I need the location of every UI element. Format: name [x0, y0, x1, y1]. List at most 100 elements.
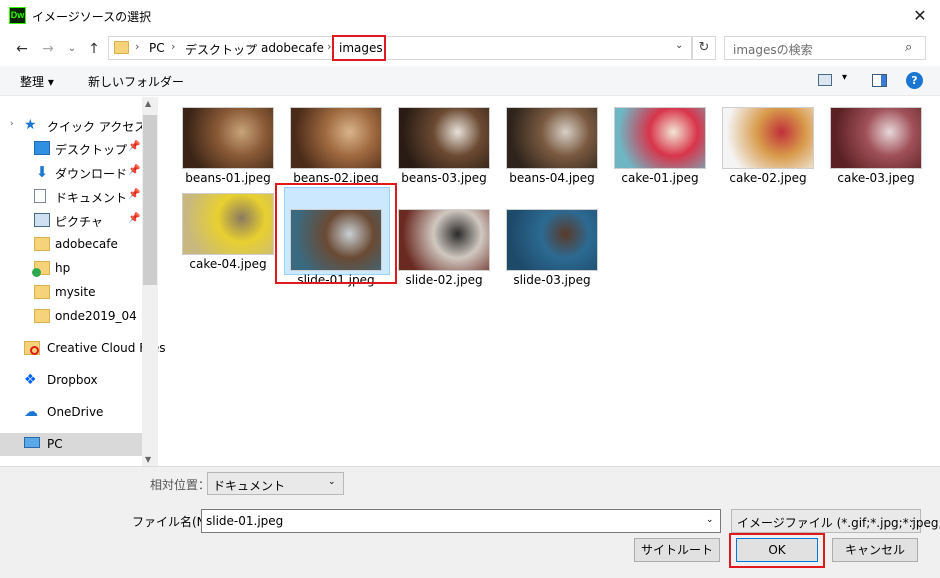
image-thumbnail [182, 107, 274, 169]
file-type-filter-select[interactable]: イメージファイル (*.gif;*.jpg;*.jpeg; ⌄ [731, 509, 940, 533]
sidebar-item-creative-cloud[interactable]: Creative Cloud Files [0, 337, 166, 360]
breadcrumb-separator: › [135, 40, 140, 53]
file-tile[interactable]: beans-02.jpeg [284, 107, 388, 187]
breadcrumb-separator: › [249, 40, 254, 53]
sidebar-item-dropbox[interactable]: ❖ Dropbox [0, 369, 142, 392]
sidebar-item-pictures[interactable]: ピクチャ 📌 [0, 209, 142, 232]
recent-locations-button[interactable]: ⌄ [62, 40, 82, 58]
image-thumbnail [398, 209, 490, 271]
relative-to-label: 相対位置： [150, 478, 211, 492]
back-button[interactable]: ← [12, 40, 32, 58]
filename-value: slide-01.jpeg [206, 514, 284, 528]
address-dropdown-icon[interactable]: ⌄ [675, 40, 683, 51]
image-thumbnail [506, 209, 598, 271]
sidebar-item-pc[interactable]: PC [0, 433, 142, 456]
sidebar-item-label: onde2019_04 [55, 309, 137, 323]
sidebar-item-label: ドキュメント [55, 191, 128, 205]
sidebar-item-label: mysite [55, 285, 96, 299]
scroll-down-icon[interactable]: ▼ [145, 455, 151, 464]
view-dropdown-icon[interactable]: ▾ [842, 72, 847, 83]
sidebar-item-label: デスクトップ [55, 143, 128, 157]
breadcrumb-desktop[interactable]: デスクトップ [185, 41, 257, 58]
sidebar-item-onedrive[interactable]: ☁ OneDrive [0, 401, 142, 424]
preview-pane-icon[interactable] [872, 74, 887, 87]
view-options-icon[interactable] [818, 74, 832, 86]
file-tile[interactable]: cake-03.jpeg [824, 107, 928, 187]
sidebar-item-mysite[interactable]: mysite [0, 281, 142, 304]
sidebar-item-label: クイック アクセス [47, 120, 147, 134]
up-arrow-icon: ↑ [88, 41, 100, 57]
site-root-button[interactable]: サイトルート [634, 538, 720, 562]
forward-button[interactable]: → [38, 40, 58, 58]
sidebar-item-documents[interactable]: ドキュメント 📌 [0, 185, 142, 208]
pictures-icon [34, 213, 50, 227]
pin-icon: 📌 [128, 141, 141, 152]
sidebar-item-adobecafe[interactable]: adobecafe [0, 233, 142, 256]
file-name: cake-01.jpeg [621, 171, 699, 185]
cancel-button[interactable]: キャンセル [832, 538, 918, 562]
download-icon: ⬇ [35, 163, 49, 181]
breadcrumb-pc[interactable]: PC [149, 41, 165, 55]
folder-icon [34, 237, 50, 251]
image-thumbnail [398, 107, 490, 169]
search-input[interactable]: imagesの検索 [733, 41, 813, 58]
file-tile[interactable]: beans-01.jpeg [176, 107, 280, 187]
sidebar-item-label: hp [55, 261, 71, 275]
chevron-down-icon: ⌄ [908, 515, 916, 525]
file-name: slide-02.jpeg [405, 273, 483, 287]
pin-icon: 📌 [128, 189, 141, 200]
chevron-down-icon: ⌄ [67, 43, 77, 54]
pin-icon: 📌 [128, 213, 141, 224]
organize-button[interactable]: 整理 ▾ [20, 73, 54, 90]
breadcrumb-separator: › [327, 40, 332, 53]
selected-file-highlight-box [275, 183, 397, 284]
navigation-pane: › ★ クイック アクセス デスクトップ 📌 ⬇ ダウンロード 📌 ドキュメント… [0, 97, 166, 466]
sidebar-item-label: OneDrive [47, 405, 104, 419]
computer-icon [24, 437, 40, 448]
up-button[interactable]: ↑ [84, 40, 104, 58]
star-icon: ★ [24, 117, 37, 133]
back-arrow-icon: ← [16, 41, 28, 57]
file-tile[interactable]: cake-02.jpeg [716, 107, 820, 187]
pin-icon: 📌 [128, 165, 141, 176]
scroll-up-icon[interactable]: ▲ [145, 99, 151, 108]
file-name: cake-03.jpeg [837, 171, 915, 185]
refresh-button[interactable]: ↻ [692, 36, 716, 60]
sidebar-item-downloads[interactable]: ⬇ ダウンロード 📌 [0, 161, 142, 184]
file-name: beans-01.jpeg [185, 171, 271, 185]
folder-sync-icon [32, 261, 50, 277]
image-thumbnail [722, 107, 814, 169]
new-folder-button[interactable]: 新しいフォルダー [88, 73, 184, 90]
sidebar-item-hp[interactable]: hp [0, 257, 142, 280]
help-icon[interactable]: ? [906, 72, 923, 89]
sidebar-item-quick-access[interactable]: › ★ クイック アクセス [0, 114, 146, 137]
refresh-icon: ↻ [698, 40, 710, 55]
address-bar[interactable]: › PC › デスクトップ › adobecafe › images ⌄ [108, 35, 692, 61]
search-box[interactable]: imagesの検索 ⌕ [724, 36, 926, 60]
breadcrumb-adobecafe[interactable]: adobecafe [261, 41, 324, 55]
creative-cloud-icon [24, 341, 40, 355]
sidebar-scrollbar-thumb[interactable] [143, 115, 157, 285]
file-name: cake-02.jpeg [729, 171, 807, 185]
sidebar-item-onde2019[interactable]: onde2019_04 [0, 305, 142, 328]
file-tile[interactable]: cake-04.jpeg [176, 193, 280, 273]
close-icon: ✕ [913, 6, 927, 25]
chevron-down-icon[interactable]: ⌄ [706, 515, 714, 525]
window-title: イメージソースの選択 [32, 10, 152, 24]
file-tile[interactable]: cake-01.jpeg [608, 107, 712, 187]
image-thumbnail [830, 107, 922, 169]
file-tile[interactable]: slide-02.jpeg [392, 209, 496, 289]
folder-icon [34, 285, 50, 299]
relative-to-select[interactable]: ドキュメント ⌄ [207, 472, 344, 495]
file-tile[interactable]: slide-03.jpeg [500, 209, 604, 289]
close-button[interactable]: ✕ [906, 4, 934, 28]
file-tile[interactable]: beans-04.jpeg [500, 107, 604, 187]
sidebar-item-label: PC [47, 437, 63, 451]
sidebar-item-label: ダウンロード [55, 167, 128, 181]
image-thumbnail [614, 107, 706, 169]
file-tile[interactable]: beans-03.jpeg [392, 107, 496, 187]
filename-input[interactable]: slide-01.jpeg ⌄ [201, 509, 721, 533]
forward-arrow-icon: → [42, 41, 54, 57]
sidebar-item-desktop[interactable]: デスクトップ 📌 [0, 137, 142, 160]
images-highlight-box [332, 35, 386, 61]
